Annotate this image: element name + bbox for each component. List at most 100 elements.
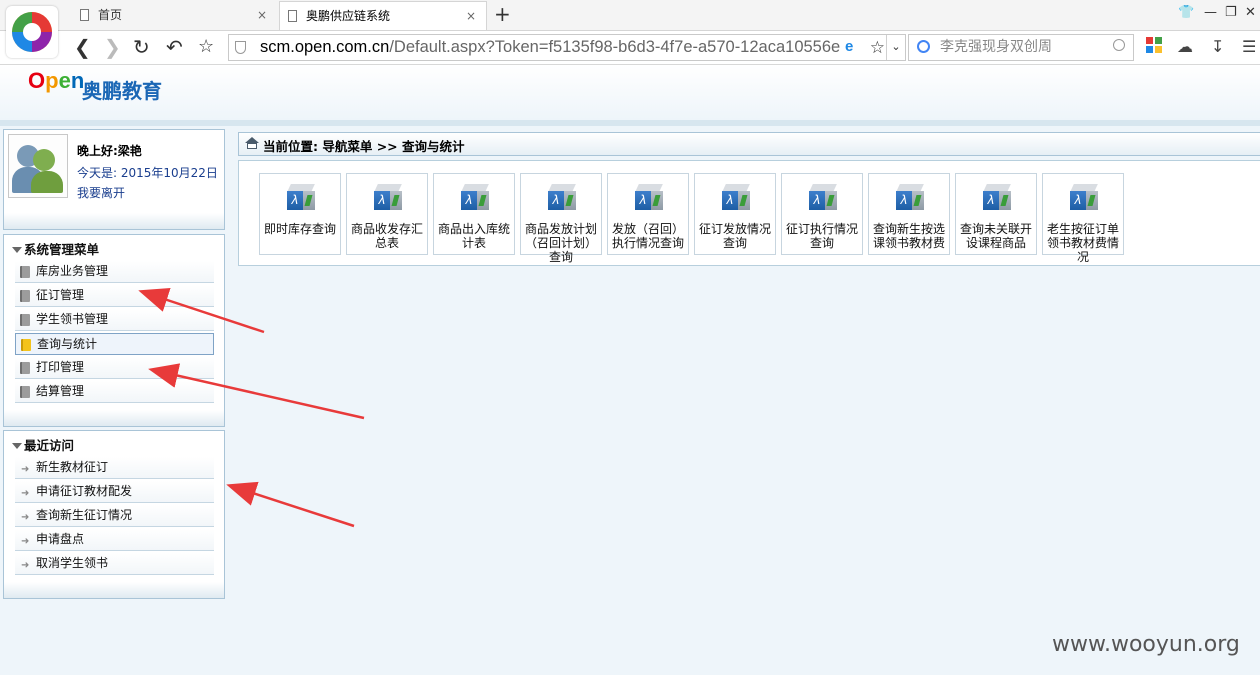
reload-icon[interactable]: ↻ (133, 35, 150, 59)
arrow-right-icon: ➜ (21, 488, 30, 499)
annotation-arrow (226, 481, 355, 528)
menu-item-label: 结算管理 (36, 384, 85, 398)
menu-item-warehouse[interactable]: 库房业务管理 (15, 261, 214, 283)
tool-label-line: 征订发放情况 (698, 222, 771, 236)
tool-tile[interactable]: λ 发放（召回） 执行情况查询 (607, 173, 689, 255)
recent-item-label: 申请盘点 (36, 532, 85, 546)
tool-label-line: 领书教材费情 (1046, 236, 1119, 250)
close-tab-icon[interactable]: × (466, 2, 476, 30)
arrow-right-icon: ➜ (21, 560, 30, 571)
tool-label-line: 课领书教材费 (872, 236, 945, 250)
tool-label-line: 况 (1076, 250, 1089, 264)
bookmark-star-icon[interactable]: ☆ (198, 35, 214, 59)
tool-label-line: 总表 (374, 236, 399, 250)
download-icon[interactable]: ↧ (1211, 37, 1224, 56)
shirt-icon[interactable]: 👕 (1178, 5, 1194, 20)
tool-tile[interactable]: λ 征订执行情况 查询 (781, 173, 863, 255)
tab-scm-system[interactable]: 奥鹏供应链系统 × (279, 1, 487, 30)
menu-item-student-books[interactable]: 学生领书管理 (15, 309, 214, 331)
page-icon (80, 9, 89, 21)
address-bar[interactable]: scm.open.com.cn/Default.aspx?Token=f5135… (228, 34, 906, 61)
greeting: 晚上好:梁艳 (77, 144, 142, 158)
lambda-cube-icon: λ (1068, 184, 1100, 211)
forward-icon[interactable]: ❯ (104, 35, 121, 59)
menu-item-subscription[interactable]: 征订管理 (15, 285, 214, 307)
new-tab-button[interactable]: + (494, 2, 511, 26)
tool-tile-label: 查询未关联开 设课程商品 (956, 222, 1036, 250)
menu-item-label: 学生领书管理 (36, 312, 109, 326)
logout-link[interactable]: 我要离开 (77, 184, 125, 201)
tool-tile[interactable]: λ 老生按征订单 领书教材费情况 (1042, 173, 1124, 264)
tool-tile-label: 查询新生按选 课领书教材费 (869, 222, 949, 250)
collapse-triangle-icon (12, 442, 22, 449)
cloud-icon[interactable]: ☁ (1177, 37, 1193, 56)
undo-icon[interactable]: ↶ (166, 35, 183, 59)
search-icon[interactable] (1113, 39, 1125, 51)
arrow-right-icon: ➜ (21, 512, 30, 523)
lambda-cube-icon: λ (372, 184, 404, 211)
tool-tile[interactable]: λ 商品收发存汇 总表 (346, 173, 428, 255)
menu-item-settlement[interactable]: 结算管理 (15, 381, 214, 403)
menu-icon[interactable]: ☰ (1242, 37, 1256, 56)
open-logo: Open (28, 68, 85, 93)
site-header: Open 奥鹏教育 (0, 65, 1260, 121)
header-divider (0, 120, 1260, 126)
tool-tile[interactable]: λ 征订发放情况 查询 (694, 173, 776, 255)
folder-icon (20, 362, 30, 374)
tool-tile-label: 征订发放情况 查询 (695, 222, 775, 250)
browser-logo-icon[interactable] (6, 6, 58, 58)
lambda-cube-icon: λ (720, 184, 752, 211)
recent-item[interactable]: ➜ 申请盘点 (15, 529, 214, 551)
recent-item[interactable]: ➜ 查询新生征订情况 (15, 505, 214, 527)
apps-icon[interactable] (1146, 37, 1162, 57)
tool-tile[interactable]: λ 商品出入库统 计表 (433, 173, 515, 255)
tool-tile[interactable]: λ 商品发放计划 （召回计划） 查询 (520, 173, 602, 264)
tool-tile-label: 商品收发存汇 总表 (347, 222, 427, 250)
tool-tile-label: 发放（召回） 执行情况查询 (608, 222, 688, 250)
recent-title[interactable]: 最近访问 (12, 435, 74, 454)
recent-item[interactable]: ➜ 申请征订教材配发 (15, 481, 214, 503)
user-info-panel: 晚上好:梁艳 今天是: 2015年10月22日 我要离开 (3, 129, 225, 230)
tool-tile-label: 即时库存查询 (260, 222, 340, 236)
ie-engine-icon[interactable]: e (845, 39, 861, 55)
lambda-cube-icon: λ (894, 184, 926, 211)
minimize-icon[interactable]: — (1204, 5, 1217, 20)
recent-item-label: 取消学生领书 (36, 556, 109, 570)
system-menu-title[interactable]: 系统管理菜单 (12, 239, 99, 258)
recent-item[interactable]: ➜ 新生教材征订 (15, 457, 214, 479)
menu-item-print[interactable]: 打印管理 (15, 357, 214, 379)
tool-label-line: 查询新生按选 (872, 222, 945, 236)
favorite-star-icon[interactable]: ☆ (870, 35, 885, 60)
menu-item-label: 查询与统计 (37, 337, 98, 351)
chevron-down-icon[interactable]: ⌄ (886, 35, 905, 60)
tool-tile[interactable]: λ 即时库存查询 (259, 173, 341, 255)
recent-item[interactable]: ➜ 取消学生领书 (15, 553, 214, 575)
close-window-icon[interactable]: ✕ (1245, 5, 1256, 20)
recent-item-label: 申请征订教材配发 (36, 484, 133, 498)
tool-label-line: 查询未关联开 (959, 222, 1032, 236)
system-menu-title-text: 系统管理菜单 (24, 242, 100, 257)
tool-tile[interactable]: λ 查询新生按选 课领书教材费 (868, 173, 950, 255)
tool-label-line: 查询 (809, 236, 834, 250)
restore-icon[interactable]: ❐ (1225, 5, 1237, 20)
tool-label-line: 计表 (461, 236, 486, 250)
tool-label-line: 商品发放计划 (524, 222, 597, 236)
logo-text: 奥鹏教育 (82, 79, 162, 103)
menu-item-query-stats[interactable]: 查询与统计 (15, 333, 214, 355)
tool-label-line: 发放（召回） (611, 222, 684, 236)
shield-icon (235, 41, 246, 54)
folder-icon (20, 266, 30, 278)
search-box[interactable]: 李克强现身双创周 (908, 34, 1134, 61)
system-menu-panel: 系统管理菜单 库房业务管理 征订管理 学生领书管理 查询与统计 打印管理 结算管… (3, 234, 225, 427)
tool-tile-label: 征订执行情况 查询 (782, 222, 862, 250)
lambda-cube-icon: λ (807, 184, 839, 211)
folder-open-icon (21, 339, 31, 351)
lambda-cube-icon: λ (459, 184, 491, 211)
tool-label-line: 商品出入库统 (437, 222, 510, 236)
tool-tile[interactable]: λ 查询未关联开 设课程商品 (955, 173, 1037, 255)
search-input[interactable]: 李克强现身双创周 (940, 35, 1052, 60)
back-icon[interactable]: ❮ (74, 35, 91, 59)
close-tab-icon[interactable]: × (257, 1, 267, 29)
tab-home[interactable]: 首页 × (72, 1, 277, 30)
home-icon[interactable] (245, 137, 259, 149)
